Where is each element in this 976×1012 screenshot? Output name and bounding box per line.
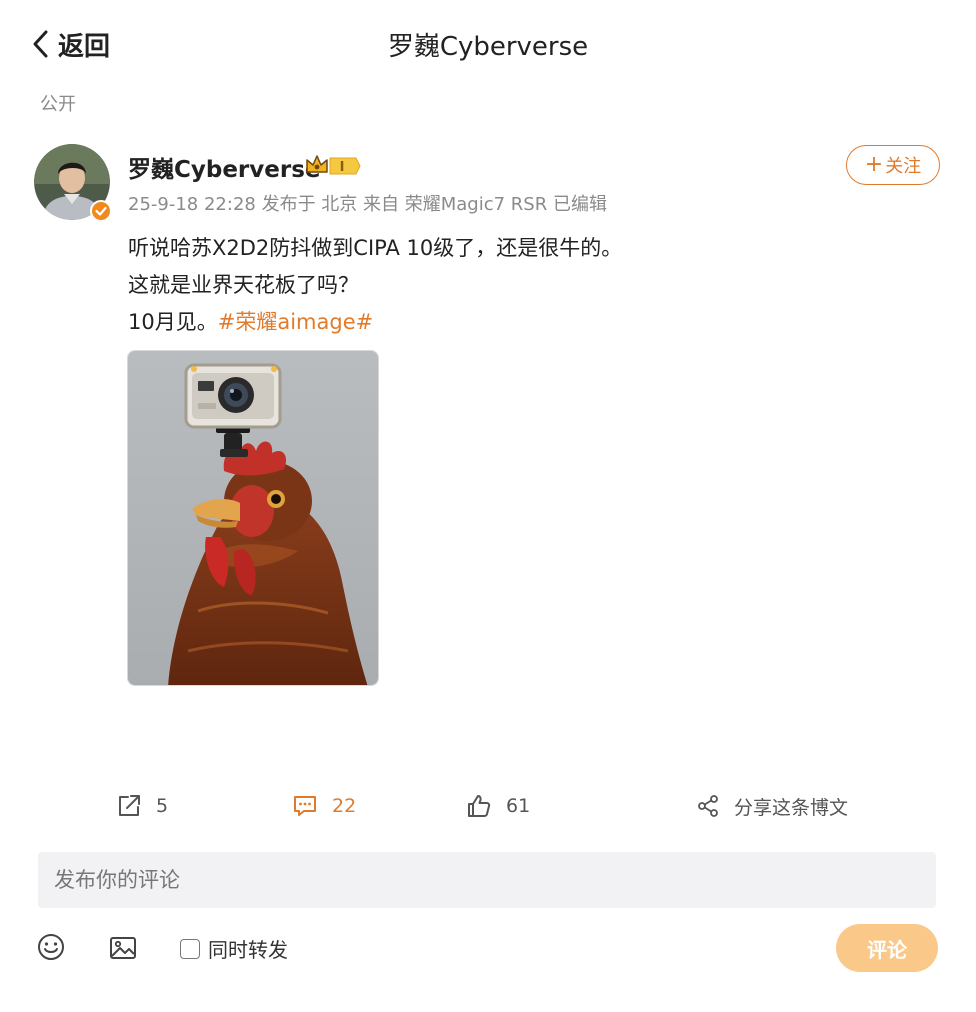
repost-count: 5 (156, 795, 169, 817)
emoji-icon[interactable] (36, 932, 66, 962)
like-icon (468, 795, 491, 817)
image-icon[interactable] (108, 933, 138, 963)
like-count: 61 (506, 795, 531, 817)
repost-checkbox-label: 同时转发 (208, 938, 288, 962)
author-name[interactable]: 罗巍Cyberverse (128, 150, 321, 184)
comment-icon (294, 796, 316, 816)
repost-icon (119, 795, 140, 816)
follow-button[interactable]: + 关注 (846, 145, 940, 185)
verified-icon (90, 200, 112, 222)
comment-button[interactable]: 22 (292, 790, 356, 822)
crown-icon (306, 155, 328, 173)
avatar[interactable] (34, 144, 112, 222)
share-button[interactable]: 分享这条博文 (696, 790, 848, 822)
share-icon (698, 795, 718, 817)
comment-input[interactable] (38, 852, 936, 908)
post-text-line: 这就是业界天花板了吗？ (128, 273, 359, 297)
repost-button[interactable]: 5 (116, 790, 168, 822)
repost-checkbox[interactable]: 同时转发 (180, 934, 288, 963)
post-text-line: 听说哈苏X2D2防抖做到CIPA 10级了，还是很牛的。 (128, 236, 623, 260)
page-title: 罗巍Cyberverse (387, 32, 589, 62)
level-text: I (340, 160, 345, 175)
follow-label: 关注 (885, 156, 922, 177)
hashtag-link[interactable]: #荣耀aimage# (218, 310, 373, 334)
visibility-label: 公开 (40, 94, 76, 115)
share-label: 分享这条博文 (734, 796, 849, 819)
level-badge: I (329, 157, 361, 175)
like-button[interactable]: 61 (466, 790, 530, 822)
post-text-line: 10月见。#荣耀aimage# (128, 306, 373, 336)
post-image-graphic (128, 351, 378, 685)
plus-icon: + (864, 152, 884, 177)
comment-count: 22 (332, 795, 357, 817)
post-text-line-3: 10月见。 (128, 310, 218, 334)
submit-comment-button[interactable]: 评论 (836, 924, 938, 972)
post-meta: 25-9-18 22:28 发布于 北京 来自 荣耀Magic7 RSR 已编辑 (128, 194, 607, 215)
post-image[interactable] (127, 350, 379, 686)
checkbox-box[interactable] (180, 938, 200, 959)
